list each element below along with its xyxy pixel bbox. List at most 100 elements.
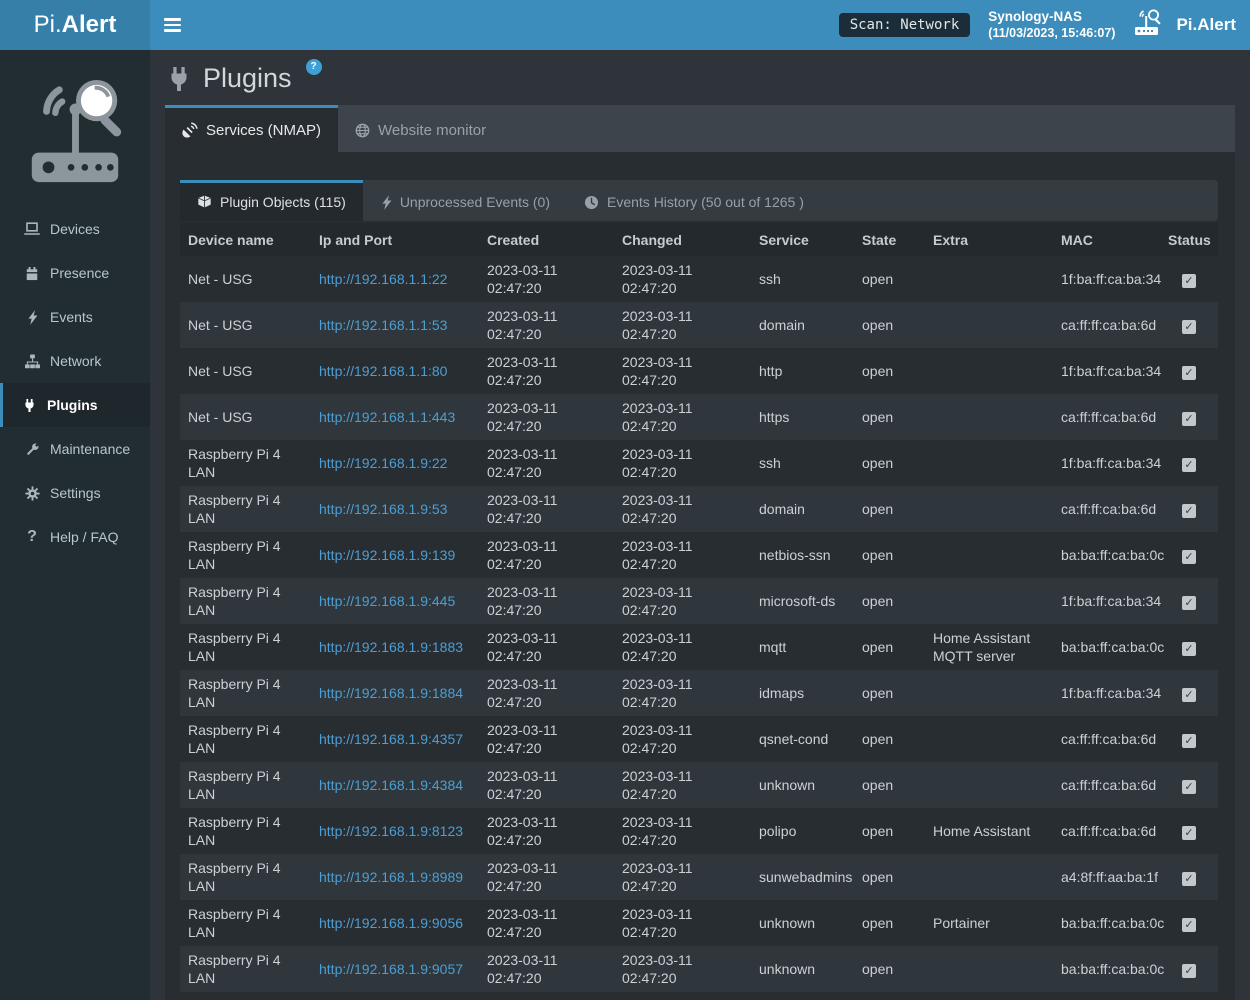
extra-cell (925, 256, 1053, 302)
changed-cell: 2023-03-11 02:47:20 (614, 394, 751, 440)
page-title: Plugins ? (167, 63, 322, 94)
changed-cell: 2023-03-11 02:47:20 (614, 808, 751, 854)
column-header-service[interactable]: Service (751, 223, 854, 256)
globe-icon (355, 123, 370, 138)
column-header-changed[interactable]: Changed (614, 223, 751, 256)
extra-cell (925, 670, 1053, 716)
ip-port-link[interactable]: http://192.168.1.9:139 (319, 547, 455, 563)
column-header-ip[interactable]: Ip and Port (311, 223, 479, 256)
status-checkbox[interactable]: ✓ (1182, 964, 1196, 978)
mac-cell: 1f:ba:ff:ca:ba:34 (1053, 578, 1160, 624)
ip-port-link[interactable]: http://192.168.1.9:22 (319, 455, 447, 471)
help-badge[interactable]: ? (306, 59, 322, 75)
created-cell: 2023-03-11 02:47:20 (479, 992, 614, 1000)
status-checkbox[interactable]: ✓ (1182, 366, 1196, 380)
subtab-plugin-objects-115[interactable]: Plugin Objects (115) (180, 180, 363, 221)
service-cell: unknown (751, 946, 854, 992)
sidebar-item-help-faq[interactable]: ?Help / FAQ (0, 515, 150, 559)
status-checkbox[interactable]: ✓ (1182, 504, 1196, 518)
ip-port-link[interactable]: http://192.168.1.9:4357 (319, 731, 463, 747)
bolt-icon (380, 195, 392, 210)
extra-cell: Portainer (925, 900, 1053, 946)
service-cell: unknown (751, 762, 854, 808)
status-cell: ✓ (1160, 440, 1218, 486)
ip-port-link[interactable]: http://192.168.1.9:1884 (319, 685, 463, 701)
state-cell: open (854, 440, 925, 486)
device-name-cell: Raspberry Pi 4 LAN (180, 486, 311, 532)
status-checkbox[interactable]: ✓ (1182, 780, 1196, 794)
extra-cell (925, 854, 1053, 900)
status-checkbox[interactable]: ✓ (1182, 734, 1196, 748)
created-cell: 2023-03-11 02:47:20 (479, 256, 614, 302)
app-identity[interactable]: Pi.Alert (1133, 9, 1236, 42)
status-checkbox[interactable]: ✓ (1182, 642, 1196, 656)
ip-port-link[interactable]: http://192.168.1.9:4384 (319, 777, 463, 793)
service-cell: qsnet-cond (751, 716, 854, 762)
status-checkbox[interactable]: ✓ (1182, 550, 1196, 564)
ip-port-link[interactable]: http://192.168.1.1:443 (319, 409, 455, 425)
device-name-cell: Raspberry Pi 4 LAN (180, 624, 311, 670)
state-cell: open (854, 716, 925, 762)
status-checkbox[interactable]: ✓ (1182, 412, 1196, 426)
ip-port-link[interactable]: http://192.168.1.9:445 (319, 593, 455, 609)
host-timestamp: (11/03/2023, 15:46:07) (988, 25, 1115, 42)
state-cell: open (854, 348, 925, 394)
tab-label: Website monitor (378, 122, 486, 139)
sidebar-item-plugins[interactable]: Plugins (0, 383, 150, 427)
status-checkbox[interactable]: ✓ (1182, 918, 1196, 932)
status-checkbox[interactable]: ✓ (1182, 596, 1196, 610)
status-cell: ✓ (1160, 256, 1218, 302)
status-cell: ✓ (1160, 946, 1218, 992)
subtab-events-history-50-out-of-1265[interactable]: Events History (50 out of 1265 ) (567, 180, 821, 221)
navbar-right: Scan: Network Synology-NAS (11/03/2023, … (839, 8, 1250, 42)
ip-port-link[interactable]: http://192.168.1.9:9056 (319, 915, 463, 931)
ip-port-link[interactable]: http://192.168.1.1:80 (319, 363, 447, 379)
column-header-mac[interactable]: MAC (1053, 223, 1160, 256)
sidebar-item-maintenance[interactable]: Maintenance (0, 427, 150, 471)
calendar-icon (22, 266, 42, 281)
status-checkbox[interactable]: ✓ (1182, 320, 1196, 334)
tab-website-monitor[interactable]: Website monitor (338, 105, 503, 152)
status-cell: ✓ (1160, 302, 1218, 348)
clock-icon (584, 195, 599, 210)
ip-port-link[interactable]: http://192.168.1.1:22 (319, 271, 447, 287)
extra-cell (925, 440, 1053, 486)
service-cell: unknown (751, 900, 854, 946)
status-checkbox[interactable]: ✓ (1182, 872, 1196, 886)
sidebar-toggle-icon[interactable] (150, 0, 195, 50)
tab-services-nmap[interactable]: Services (NMAP) (165, 105, 338, 152)
brand-logo[interactable]: Pi.Alert (0, 0, 150, 50)
status-cell: ✓ (1160, 624, 1218, 670)
device-name-cell: Raspberry Pi 4 LAN (180, 808, 311, 854)
ip-port-link[interactable]: http://192.168.1.9:8123 (319, 823, 463, 839)
changed-cell: 2023-03-11 02:47:20 (614, 762, 751, 808)
status-cell: ✓ (1160, 532, 1218, 578)
sidebar-item-presence[interactable]: Presence (0, 251, 150, 295)
ip-port-link[interactable]: http://192.168.1.9:1883 (319, 639, 463, 655)
status-cell: ✓ (1160, 762, 1218, 808)
sidebar-item-settings[interactable]: Settings (0, 471, 150, 515)
ip-port-link[interactable]: http://192.168.1.9:8989 (319, 869, 463, 885)
column-header-created[interactable]: Created (479, 223, 614, 256)
sidebar-item-devices[interactable]: Devices (0, 207, 150, 251)
column-header-state[interactable]: State (854, 223, 925, 256)
status-checkbox[interactable]: ✓ (1182, 826, 1196, 840)
ip-port-link[interactable]: http://192.168.1.1:53 (319, 317, 447, 333)
ip-port-link[interactable]: http://192.168.1.9:9057 (319, 961, 463, 977)
sidebar-item-network[interactable]: Network (0, 339, 150, 383)
sidebar-item-label: Maintenance (50, 441, 130, 457)
extra-cell: Home Assistant MQTT server (925, 624, 1053, 670)
sidebar-item-events[interactable]: Events (0, 295, 150, 339)
status-checkbox[interactable]: ✓ (1182, 688, 1196, 702)
status-checkbox[interactable]: ✓ (1182, 458, 1196, 472)
subtab-unprocessed-events-0[interactable]: Unprocessed Events (0) (363, 180, 567, 221)
status-checkbox[interactable]: ✓ (1182, 274, 1196, 288)
status-cell: ✓ (1160, 716, 1218, 762)
column-header-status[interactable]: Status (1160, 223, 1218, 256)
ip-port-cell: http://192.168.1.9:53 (311, 486, 479, 532)
device-name-cell: Raspberry Pi 4 LAN (180, 532, 311, 578)
app-label: Pi.Alert (1176, 15, 1236, 35)
column-header-device[interactable]: Device name (180, 223, 311, 256)
ip-port-link[interactable]: http://192.168.1.9:53 (319, 501, 447, 517)
column-header-extra[interactable]: Extra (925, 223, 1053, 256)
